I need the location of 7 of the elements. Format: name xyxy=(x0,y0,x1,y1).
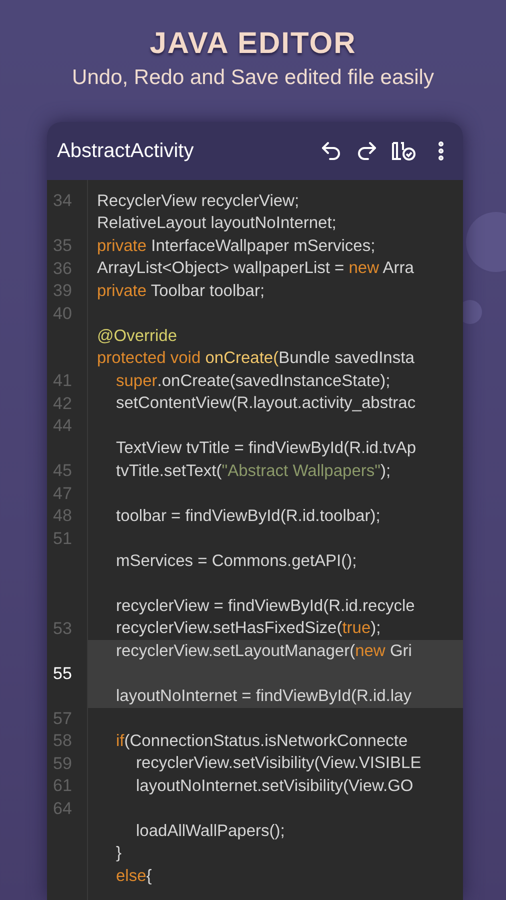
promo-title: JAVA EDITOR xyxy=(150,26,356,62)
file-title: AbstractActivity xyxy=(57,139,195,164)
undo-icon[interactable] xyxy=(319,139,343,163)
promo-subtitle: Undo, Redo and Save edited file easily xyxy=(72,65,434,91)
save-check-icon[interactable] xyxy=(391,140,417,162)
redo-icon[interactable] xyxy=(355,139,379,163)
line-number: 55 xyxy=(53,664,72,684)
